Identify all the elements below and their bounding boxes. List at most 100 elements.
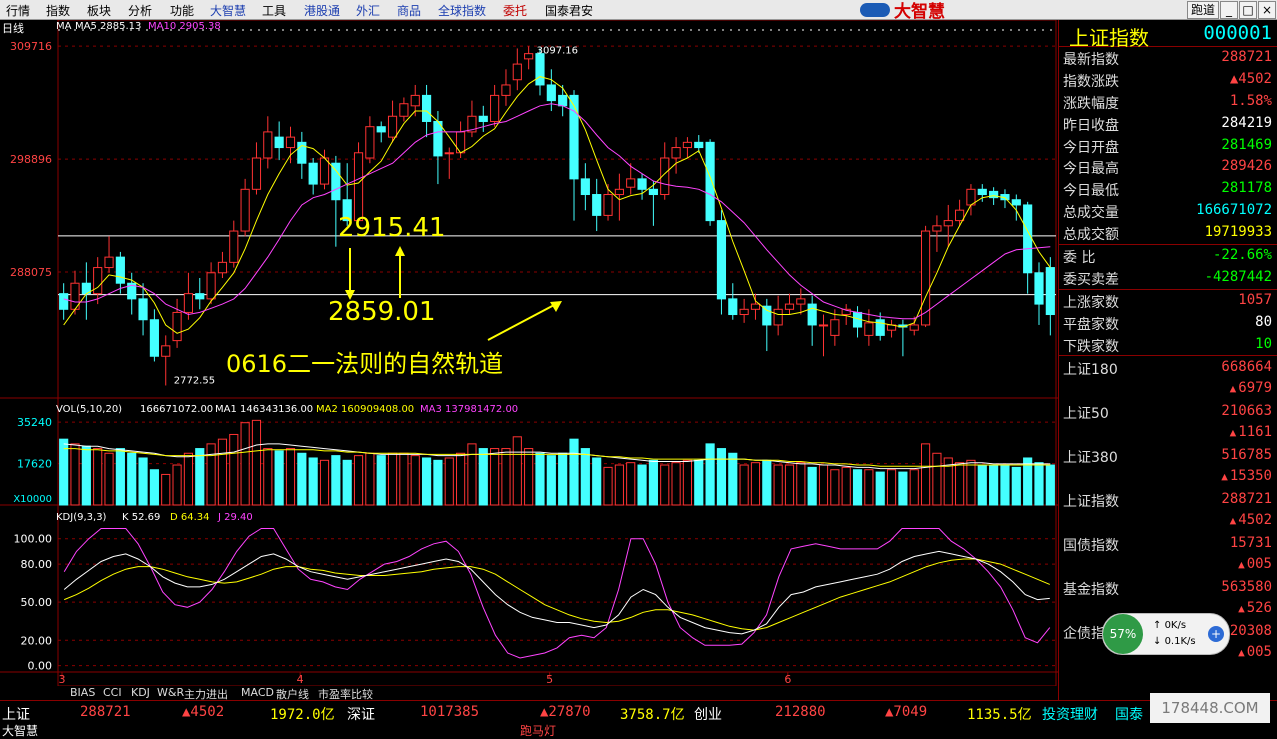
ma-legend-2: MA10 2905.38: [148, 21, 221, 32]
volume-bar: [898, 471, 908, 506]
candle-body: [648, 188, 658, 196]
volume-bar: [421, 457, 432, 506]
volume-bar: [331, 455, 341, 506]
quote-label: 昨日收盘: [1063, 117, 1119, 134]
indicator-tab-1[interactable]: CCI: [103, 686, 122, 699]
volume-bar: [626, 462, 636, 506]
volume-bar: [319, 459, 330, 506]
candle-body: [943, 220, 953, 227]
menu-item-4[interactable]: 功能: [170, 2, 194, 19]
quote-panel: 上证指数 000001 最新指数 288721 指数涨跌 ▲4502 涨跌幅度 1.58%…: [1058, 20, 1277, 700]
kdj-j-line: [63, 528, 1051, 659]
candle-body: [263, 131, 273, 159]
menu-item-0[interactable]: 行情: [6, 2, 30, 19]
candle-body: [955, 209, 965, 222]
volume-bar: [603, 466, 613, 506]
index-value: 563580: [1221, 579, 1272, 596]
menu-item-10[interactable]: 全球指数: [438, 2, 486, 19]
candle-body: [864, 322, 874, 336]
runway-button[interactable]: 跑道: [1187, 1, 1219, 19]
network-speed-widget[interactable]: 57% ↑ 0K/s ↓ 0.1K/s +: [1102, 613, 1230, 655]
volume-bar: [535, 452, 545, 506]
candle-body: [421, 94, 432, 122]
index-change: 15350: [1221, 468, 1272, 484]
candle-body: [932, 225, 942, 232]
price-tick-label: 309716: [10, 40, 52, 53]
quote-value: 281178: [1221, 180, 1272, 197]
quote-label: 委 比: [1063, 250, 1096, 267]
kdj-tick-label: 20.00: [21, 634, 53, 647]
volume-bar: [784, 464, 795, 506]
menu-item-8[interactable]: 外汇: [356, 2, 380, 19]
volume-bar: [444, 457, 454, 506]
candle-body: [807, 303, 817, 326]
menu-item-11[interactable]: 委托: [503, 2, 527, 19]
volume-bar: [909, 469, 919, 506]
volume-bar: [308, 457, 318, 506]
quote-label: 总成交额: [1063, 227, 1119, 244]
kdj-legend-0: K 52.69: [122, 512, 160, 523]
volume-bar: [512, 436, 522, 506]
candle-body: [1045, 267, 1055, 316]
indicator-tab-3[interactable]: W&R: [157, 686, 184, 699]
ticker-item: 212880: [775, 704, 826, 720]
close-icon[interactable]: ×: [1258, 1, 1276, 19]
volume-bar: [671, 462, 681, 506]
index-row[interactable]: 上证180 668664 6979: [1059, 356, 1277, 400]
volume-bar: [251, 419, 262, 506]
quote-row: 下跌家数 10: [1059, 334, 1277, 356]
quote-value: 288721: [1221, 49, 1272, 65]
candle-body: [773, 308, 783, 326]
volume-bar: [376, 455, 386, 506]
volume-tick-label: 17620: [17, 458, 52, 471]
add-icon[interactable]: +: [1208, 626, 1224, 642]
volume-bar: [569, 438, 579, 506]
volume-bar: [977, 464, 987, 506]
menu-item-9[interactable]: 商品: [397, 2, 421, 19]
ticker-item: 3758.7亿: [620, 707, 685, 723]
volume-bar: [920, 443, 931, 506]
candle-body: [682, 141, 693, 149]
ticker-item: 1972.0亿: [270, 707, 335, 723]
quote-row: 委买卖差 -4287442: [1059, 267, 1277, 289]
candle-body: [1034, 272, 1044, 305]
index-row[interactable]: 国债指数 15731 005: [1059, 532, 1277, 576]
menu-item-7[interactable]: 港股通: [304, 2, 340, 19]
volume-bar: [274, 450, 284, 506]
indicator-tab-0[interactable]: BIAS: [70, 686, 95, 699]
candle-body: [592, 194, 602, 216]
volume-bar: [433, 459, 443, 506]
volume-bar: [955, 462, 965, 506]
menu-item-12[interactable]: 国泰君安: [545, 2, 593, 19]
kdj-tick-label: 0.00: [28, 660, 53, 673]
volume-bar: [648, 459, 658, 506]
maximize-icon[interactable]: □: [1239, 1, 1257, 19]
candle-body: [308, 162, 318, 185]
indicator-tab-2[interactable]: KDJ: [131, 686, 150, 699]
index-value: 288721: [1221, 491, 1272, 508]
index-value: 516785: [1221, 447, 1272, 464]
quote-value: -4287442: [1204, 268, 1272, 285]
index-row[interactable]: 上证50 210663 1161: [1059, 400, 1277, 444]
index-row[interactable]: 上证380 516785 15350: [1059, 444, 1277, 488]
index-code: 000001: [1203, 22, 1272, 44]
index-row[interactable]: 上证指数 288721 4502: [1059, 488, 1277, 532]
volume-bar: [1011, 466, 1021, 506]
candle-body: [626, 178, 636, 188]
menu-item-1[interactable]: 指数: [46, 2, 70, 19]
volume-legend-0: 166671072.00: [140, 404, 213, 415]
candle-body: [535, 53, 545, 86]
quote-value: 10: [1255, 335, 1272, 352]
download-speed: ↓ 0.1K/s: [1153, 636, 1196, 647]
ticker-item: 国泰: [1115, 707, 1143, 723]
indicator-tab-5[interactable]: MACD: [241, 686, 274, 699]
quote-label: 委买卖差: [1063, 271, 1119, 288]
candle-body: [149, 319, 159, 357]
menu-item-3[interactable]: 分析: [128, 2, 152, 19]
minimize-icon[interactable]: _: [1220, 1, 1238, 19]
ticker-item: ▲27870: [540, 704, 591, 720]
index-label: 基金指数: [1063, 582, 1119, 599]
menu-item-5[interactable]: 大智慧: [210, 2, 246, 19]
menu-item-6[interactable]: 工具: [262, 2, 286, 19]
menu-item-2[interactable]: 板块: [87, 2, 111, 19]
